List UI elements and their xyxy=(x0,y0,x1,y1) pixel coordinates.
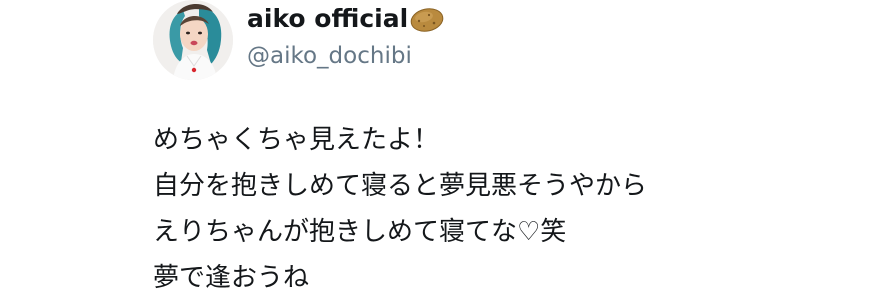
tweet-body: めちゃくちゃ見えたよ！ 自分を抱きしめて寝ると夢見悪そうやから えりちゃんが抱き… xyxy=(153,117,853,291)
tweet-text-line: えりちゃんが抱きしめて寝てな♡笑 xyxy=(153,217,567,247)
potato-icon xyxy=(409,6,445,34)
author-name-row: aiko official xyxy=(247,2,445,36)
author-display-name[interactable]: aiko official xyxy=(247,2,408,36)
tweet-text-line: 自分を抱きしめて寝ると夢見悪そうやから xyxy=(153,171,648,201)
avatar-photo-icon xyxy=(153,0,233,80)
tweet-text-line: 夢で逢おうね xyxy=(153,263,310,291)
author-handle[interactable]: @aiko_dochibi xyxy=(247,40,445,72)
tweet-text-line: めちゃくちゃ見えたよ！ xyxy=(153,125,440,155)
tweet-card: aiko official @aiko_dochibi めちゃくちゃ見えたよ！ … xyxy=(0,0,873,291)
author-info[interactable]: aiko official @aiko_dochibi xyxy=(247,2,445,72)
author-avatar[interactable] xyxy=(153,0,233,80)
